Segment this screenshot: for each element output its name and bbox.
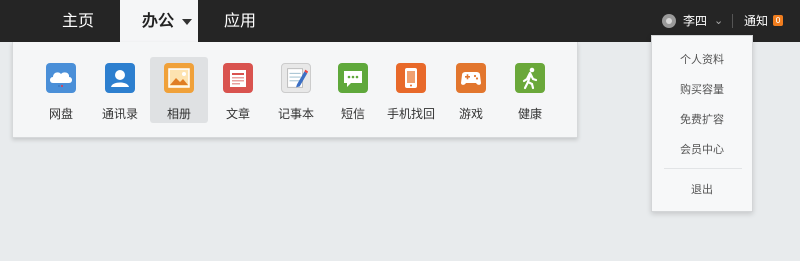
avatar — [662, 14, 676, 28]
caret-down-icon — [182, 19, 192, 25]
photo-album-icon — [164, 63, 194, 93]
notepad-icon — [281, 63, 311, 93]
nav-office-label: 办公 — [142, 11, 175, 30]
phone-finder-icon — [396, 63, 426, 93]
nav-apps[interactable]: 应用 — [224, 0, 256, 42]
menu-item-profile[interactable]: 个人资料 — [652, 51, 752, 67]
app-label: 健康 — [517, 107, 542, 121]
divider — [732, 14, 733, 28]
menu-item-buy-storage[interactable]: 购买容量 — [652, 81, 752, 97]
health-icon — [515, 63, 545, 93]
office-apps-panel: 网盘 通讯录 相册 文章 记事本 短信 手机找回 游戏 健康 — [12, 42, 578, 138]
menu-divider — [664, 168, 742, 169]
contacts-icon — [105, 63, 135, 93]
nav-home[interactable]: 主页 — [62, 0, 94, 42]
menu-item-free-expand[interactable]: 免费扩容 — [652, 111, 752, 127]
notification-count-badge: 0 — [773, 15, 783, 26]
menu-item-member-center[interactable]: 会员中心 — [652, 141, 752, 157]
menu-item-logout[interactable]: 退出 — [652, 181, 752, 197]
sms-icon — [338, 63, 368, 93]
user-dropdown-menu: 个人资料 购买容量 免费扩容 会员中心 退出 — [651, 35, 753, 212]
cloud-drive-icon — [46, 63, 76, 93]
game-icon — [456, 63, 486, 93]
app-health[interactable]: 健康 — [501, 57, 559, 123]
nav-office[interactable]: 办公 — [120, 0, 198, 42]
article-icon — [223, 63, 253, 93]
